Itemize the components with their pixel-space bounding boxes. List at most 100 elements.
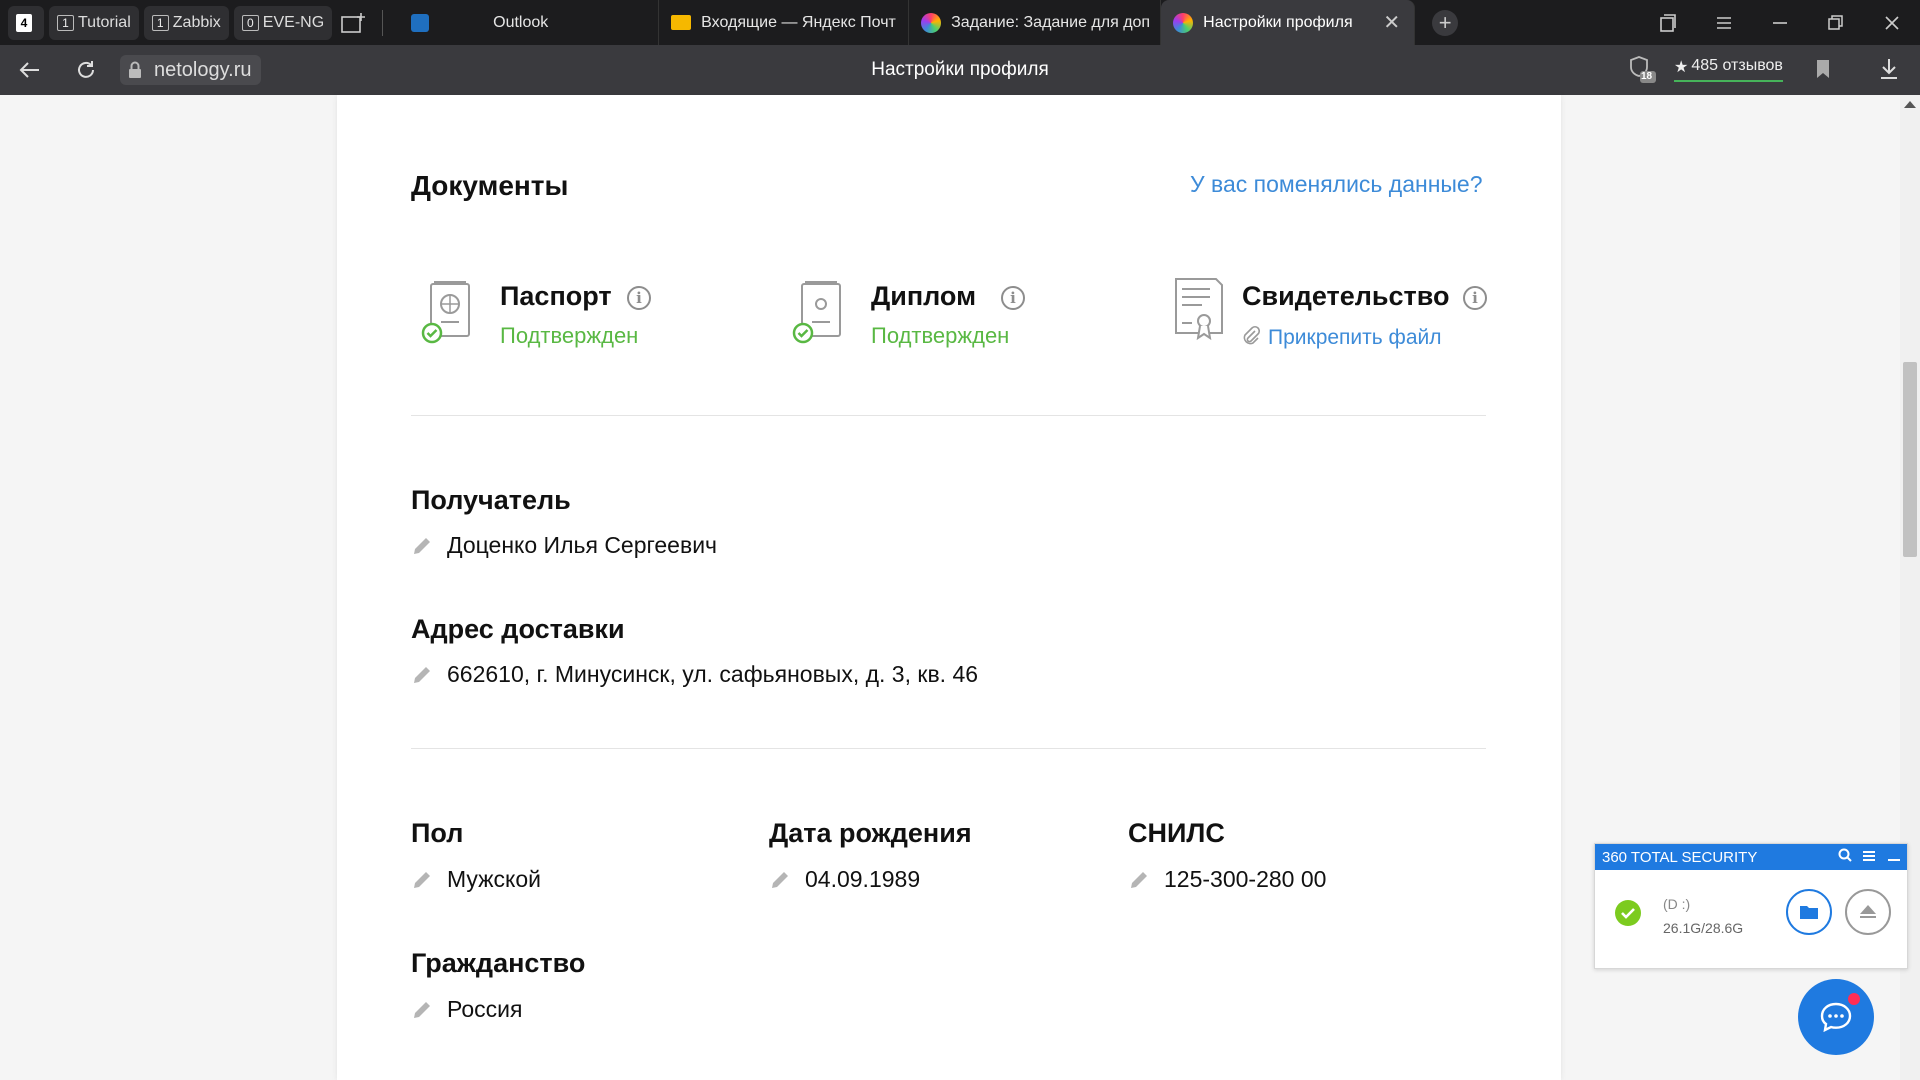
search-icon[interactable] xyxy=(1838,848,1852,866)
tab-label: Входящие — Яндекс Почт xyxy=(701,13,896,31)
attach-file-label: Прикрепить файл xyxy=(1268,326,1442,349)
tab-separator xyxy=(382,9,384,36)
pencil-icon xyxy=(414,871,430,888)
tab-group-count: 1 xyxy=(151,14,169,31)
360-security-widget: 360 TOTAL SECURITY (D :) 26.1G/28.6G xyxy=(1594,843,1908,969)
attach-file-link[interactable]: Прикрепить файл xyxy=(1242,325,1442,351)
pencil-icon xyxy=(772,871,788,888)
divider xyxy=(411,748,1486,749)
360-widget-header: 360 TOTAL SECURITY xyxy=(1595,844,1907,870)
browser-tab-bar: 4 1 Tutorial 1 Zabbix 0 EVE-NG Outlook В… xyxy=(0,0,1920,45)
download-icon[interactable] xyxy=(1879,58,1899,85)
chat-icon xyxy=(1820,1002,1852,1033)
outlook-icon xyxy=(411,13,430,32)
certificate-icon xyxy=(1170,275,1226,352)
drive-usage: 26.1G/28.6G xyxy=(1663,920,1744,936)
open-folder-button[interactable] xyxy=(1786,889,1832,935)
diploma-icon xyxy=(792,278,848,353)
snils-label: СНИЛС xyxy=(1128,818,1225,848)
profile-card: Документы У вас поменялись данные? Паспо… xyxy=(337,95,1561,1080)
drive-label: (D :) xyxy=(1663,896,1691,912)
minimize-icon[interactable] xyxy=(1888,849,1900,866)
close-tab-icon[interactable]: ✕ xyxy=(1383,10,1400,35)
pencil-icon xyxy=(414,537,430,554)
menu-icon[interactable] xyxy=(1862,849,1876,866)
data-changed-link[interactable]: У вас поменялись данные? xyxy=(1190,171,1483,198)
scroll-up-arrow-icon[interactable] xyxy=(1904,101,1916,108)
chat-button[interactable] xyxy=(1798,979,1874,1055)
star-icon: ★ xyxy=(1674,59,1689,76)
diploma-title: Диплом xyxy=(871,281,977,311)
snils-value: 125-300-280 00 xyxy=(1164,866,1327,892)
menu-icon[interactable] xyxy=(1696,0,1752,45)
gender-label: Пол xyxy=(411,818,464,848)
360-widget-title: 360 TOTAL SECURITY xyxy=(1602,848,1758,866)
passport-info-icon[interactable]: i xyxy=(627,286,651,310)
citizenship-value: Россия xyxy=(447,996,523,1022)
gender-field[interactable]: Мужской xyxy=(411,866,541,893)
tab-group-zabbix[interactable]: 1 Zabbix xyxy=(143,5,229,40)
recipient-label: Получатель xyxy=(411,485,571,515)
new-tab-group-icon[interactable] xyxy=(332,0,376,45)
reviews-label: 485 отзывов xyxy=(1691,57,1783,74)
tab-group-label: EVE-NG xyxy=(262,13,325,31)
tab-group-counter[interactable]: 4 xyxy=(8,5,44,40)
gender-value: Мужской xyxy=(447,866,542,892)
tab-label: Outlook xyxy=(493,13,549,31)
bookmark-icon[interactable] xyxy=(1815,59,1831,84)
diploma-status: Подтвержден xyxy=(871,323,1010,348)
tab-group-label: Zabbix xyxy=(172,13,221,31)
shield-badge: 18 xyxy=(1641,71,1653,82)
eject-button[interactable] xyxy=(1845,889,1891,935)
pencil-icon xyxy=(414,1001,430,1018)
recipient-value: Доценко Илья Сергеевич xyxy=(447,532,718,558)
tab-label: Задание: Задание для доп xyxy=(951,13,1151,31)
birthdate-field[interactable]: 04.09.1989 xyxy=(769,866,920,893)
address-value: 662610, г. Минусинск, ул. сафьяновых, д.… xyxy=(447,661,979,687)
address-label: Адрес доставки xyxy=(411,614,625,644)
diploma-info-icon[interactable]: i xyxy=(1001,286,1025,310)
birthdate-label: Дата рождения xyxy=(769,818,972,848)
documents-heading: Документы xyxy=(411,170,569,201)
birthdate-value: 04.09.1989 xyxy=(805,866,921,892)
minimize-icon[interactable] xyxy=(1752,0,1808,45)
tab-group-tutorial[interactable]: 1 Tutorial xyxy=(49,5,139,40)
eject-icon xyxy=(1860,905,1876,918)
tab-label: Настройки профиля xyxy=(1203,13,1353,31)
tab-profile-settings[interactable]: Настройки профиля ✕ xyxy=(1161,0,1416,45)
citizenship-label: Гражданство xyxy=(411,948,586,978)
shield-icon[interactable]: 18 xyxy=(1628,55,1656,90)
tab-count-badge: 4 xyxy=(16,13,32,32)
scrollbar-thumb[interactable] xyxy=(1903,362,1917,557)
collections-icon[interactable] xyxy=(1640,0,1696,45)
paperclip-icon xyxy=(1242,325,1261,351)
tab-group-label: Tutorial xyxy=(78,13,131,31)
pencil-icon xyxy=(414,666,430,683)
netology-icon xyxy=(1173,12,1194,33)
divider xyxy=(411,415,1486,416)
recipient-field[interactable]: Доценко Илья Сергеевич xyxy=(411,532,717,559)
tab-assignment[interactable]: Задание: Задание для доп xyxy=(909,0,1162,45)
tab-group-eve-ng[interactable]: 0 EVE-NG xyxy=(233,5,333,40)
close-window-icon[interactable] xyxy=(1864,0,1920,45)
address-field[interactable]: 662610, г. Минусинск, ул. сафьяновых, д.… xyxy=(411,661,978,688)
passport-status: Подтвержден xyxy=(500,323,639,348)
tab-outlook[interactable]: Outlook xyxy=(389,0,660,45)
pencil-icon xyxy=(1131,871,1147,888)
plus-icon: + xyxy=(1432,9,1459,36)
notification-dot xyxy=(1848,993,1860,1005)
certificate-info-icon[interactable]: i xyxy=(1463,286,1487,310)
tab-yandex-mail[interactable]: Входящие — Яндекс Почт xyxy=(659,0,910,45)
passport-title: Паспорт xyxy=(500,281,612,311)
restore-icon[interactable] xyxy=(1808,0,1864,45)
certificate-title: Свидетельство xyxy=(1242,281,1450,311)
folder-icon xyxy=(1800,906,1818,919)
netology-icon xyxy=(921,12,942,33)
address-bar: netology.ru Настройки профиля 18 ★ 485 о… xyxy=(0,45,1920,95)
check-circle-icon xyxy=(1614,899,1642,932)
tab-group-count: 0 xyxy=(241,14,259,31)
citizenship-field[interactable]: Россия xyxy=(411,996,522,1023)
snils-field[interactable]: 125-300-280 00 xyxy=(1128,866,1326,893)
new-tab-button[interactable]: + xyxy=(1415,0,1475,45)
reviews-button[interactable]: ★ 485 отзывов xyxy=(1674,57,1783,82)
